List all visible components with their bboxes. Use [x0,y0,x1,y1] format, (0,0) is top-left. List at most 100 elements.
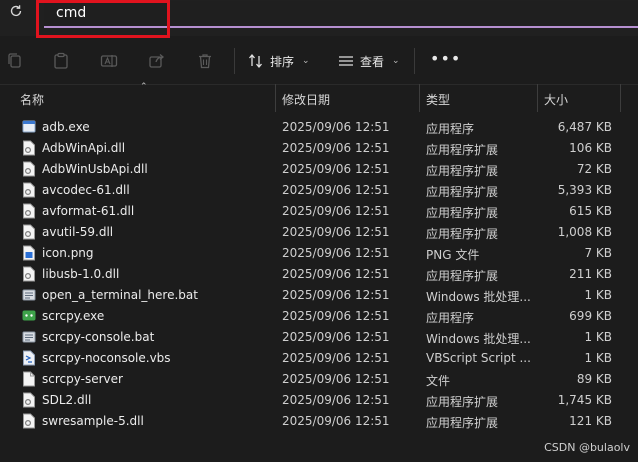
table-row[interactable]: icon.png 2025/09/06 12:51 PNG 文件 7 KB [0,243,638,264]
table-row[interactable]: SDL2.dll 2025/09/06 12:51 应用程序扩展 1,745 K… [0,390,638,411]
file-size: 699 KB [569,309,612,323]
file-size: 7 KB [584,246,612,260]
column-type-header[interactable]: 类型 [426,91,450,108]
file-size: 6,487 KB [557,120,612,134]
file-date: 2025/09/06 12:51 [282,309,390,323]
dll-icon [22,203,36,219]
table-row[interactable]: open_a_terminal_here.bat 2025/09/06 12:5… [0,285,638,306]
file-name: scrcpy-console.bat [42,330,155,344]
dll-icon [22,182,36,198]
sort-label: 排序 [270,54,295,69]
table-row[interactable]: scrcpy-server 2025/09/06 12:51 文件 89 KB [0,369,638,390]
file-size: 1 KB [584,330,612,344]
column-divider[interactable] [537,84,538,112]
share-icon[interactable] [148,52,166,70]
file-date: 2025/09/06 12:51 [282,204,390,218]
file-size: 1,745 KB [557,393,612,407]
view-button[interactable]: 查看 ⌄ [338,50,400,72]
file-size: 89 KB [576,372,612,386]
paste-icon[interactable] [52,52,70,70]
table-row[interactable]: avcodec-61.dll 2025/09/06 12:51 应用程序扩展 5… [0,180,638,201]
table-row[interactable]: avformat-61.dll 2025/09/06 12:51 应用程序扩展 … [0,201,638,222]
file-date: 2025/09/06 12:51 [282,120,390,134]
file-type: 文件 [426,374,451,388]
vbs-icon [22,350,36,366]
column-date-header[interactable]: 修改日期 [282,91,330,108]
file-size: 615 KB [569,204,612,218]
table-row[interactable]: scrcpy-console.bat 2025/09/06 12:51 Wind… [0,327,638,348]
file-name: avutil-59.dll [42,225,114,239]
png-icon [22,245,36,261]
dll-icon [22,224,36,240]
column-size-header[interactable]: 大小 [544,91,568,108]
table-row[interactable]: AdbWinUsbApi.dll 2025/09/06 12:51 应用程序扩展… [0,159,638,180]
view-label: 查看 [360,54,385,69]
file-type: 应用程序扩展 [426,143,499,157]
file-date: 2025/09/06 12:51 [282,141,390,155]
file-type: Windows 批处理... [426,332,531,346]
file-type: 应用程序 [426,311,475,325]
file-name: SDL2.dll [42,393,92,407]
file-type: 应用程序扩展 [426,227,499,241]
watermark-text: CSDN @bulaolv [544,441,630,454]
table-row[interactable]: avutil-59.dll 2025/09/06 12:51 应用程序扩展 1,… [0,222,638,243]
copy-icon[interactable] [6,52,24,70]
column-divider[interactable] [419,84,420,112]
file-size: 5,393 KB [557,183,612,197]
annotation-highlight-box [36,0,170,38]
file-type: PNG 文件 [426,248,480,262]
view-list-icon [339,56,353,66]
file-name: AdbWinUsbApi.dll [42,162,148,176]
file-size: 106 KB [569,141,612,155]
table-row[interactable]: AdbWinApi.dll 2025/09/06 12:51 应用程序扩展 10… [0,138,638,159]
address-bar: cmd [0,0,638,38]
file-date: 2025/09/06 12:51 [282,330,390,344]
file-date: 2025/09/06 12:51 [282,351,390,365]
sort-button[interactable]: 排序 ⌄ [248,50,310,72]
file-name: AdbWinApi.dll [42,141,126,155]
file-name: open_a_terminal_here.bat [42,288,198,302]
delete-icon[interactable] [196,52,214,70]
file-type: Windows 批处理... [426,290,531,304]
file-date: 2025/09/06 12:51 [282,393,390,407]
table-row[interactable]: libusb-1.0.dll 2025/09/06 12:51 应用程序扩展 2… [0,264,638,285]
dll-icon [22,266,36,282]
scrcpy-icon [22,308,36,324]
more-options-button[interactable]: ••• [430,51,461,67]
dll-icon [22,140,36,156]
rename-icon[interactable] [100,52,118,70]
dll-icon [22,392,36,408]
chevron-down-icon: ⌄ [392,56,400,66]
file-name: scrcpy.exe [42,309,105,323]
file-date: 2025/09/06 12:51 [282,162,390,176]
file-type: 应用程序扩展 [426,269,499,283]
table-row[interactable]: swresample-5.dll 2025/09/06 12:51 应用程序扩展… [0,411,638,432]
file-type: 应用程序扩展 [426,395,499,409]
file-name: swresample-5.dll [42,414,144,428]
refresh-icon[interactable] [6,4,26,24]
column-name-header[interactable]: 名称 [20,91,44,108]
file-name: icon.png [42,246,94,260]
file-name: scrcpy-noconsole.vbs [42,351,171,365]
file-type: 应用程序 [426,122,475,136]
file-size: 211 KB [569,267,612,281]
bat-icon [22,287,36,303]
file-date: 2025/09/06 12:51 [282,414,390,428]
column-divider[interactable] [275,84,276,112]
column-header: ⌃ 名称 修改日期 类型 大小 [0,82,638,112]
table-row[interactable]: scrcpy-noconsole.vbs 2025/09/06 12:51 VB… [0,348,638,369]
file-name: libusb-1.0.dll [42,267,120,281]
file-date: 2025/09/06 12:51 [282,183,390,197]
file-type: 应用程序扩展 [426,416,499,430]
dll-icon [22,413,36,429]
file-date: 2025/09/06 12:51 [282,372,390,386]
column-divider[interactable] [620,84,621,112]
table-row[interactable]: scrcpy.exe 2025/09/06 12:51 应用程序 699 KB [0,306,638,327]
file-name: avcodec-61.dll [42,183,130,197]
table-row[interactable]: adb.exe 2025/09/06 12:51 应用程序 6,487 KB [0,117,638,138]
sort-icon [249,53,262,69]
exe-icon [22,119,36,135]
file-type: 应用程序扩展 [426,206,499,220]
file-size: 1 KB [584,288,612,302]
file-name: adb.exe [42,120,90,134]
